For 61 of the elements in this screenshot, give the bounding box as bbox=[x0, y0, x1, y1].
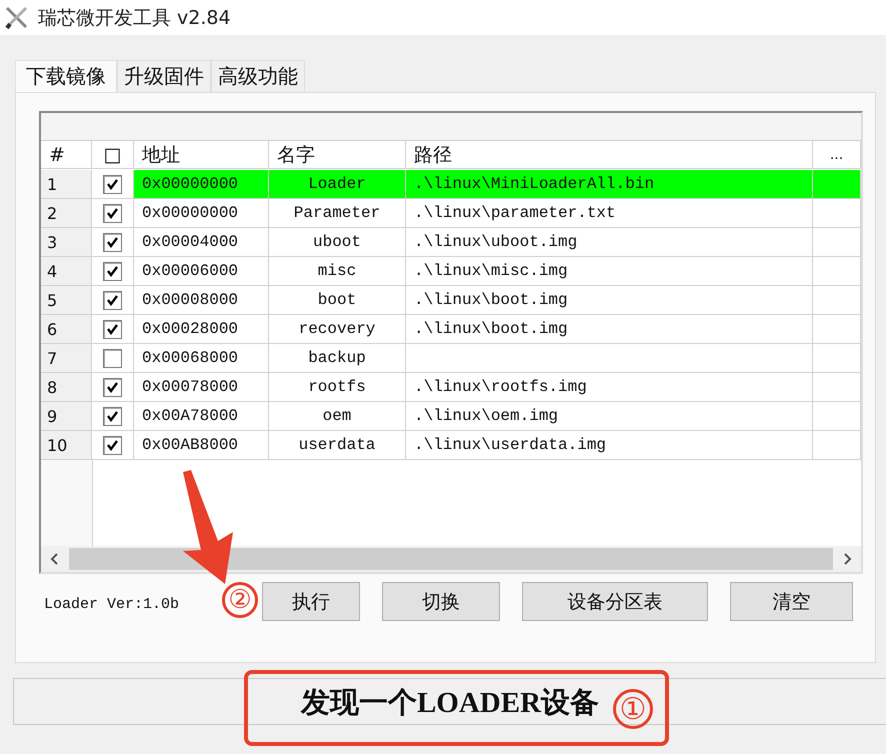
checkmark-icon bbox=[106, 178, 119, 190]
row-number: 9 bbox=[41, 402, 92, 431]
action-button[interactable]: 设备分区表 bbox=[522, 582, 708, 621]
tab[interactable]: 高级功能 bbox=[211, 60, 305, 92]
checkmark-icon bbox=[106, 206, 119, 220]
column-header[interactable]: □ bbox=[92, 141, 134, 169]
step-number-marker: ② bbox=[222, 582, 258, 618]
horizontal-scrollbar[interactable] bbox=[41, 546, 861, 572]
row-number: 8 bbox=[41, 373, 92, 402]
checkbox[interactable] bbox=[103, 290, 122, 310]
row-number: 6 bbox=[41, 315, 92, 344]
checkbox[interactable] bbox=[103, 174, 122, 194]
scroll-right-icon[interactable] bbox=[842, 553, 852, 565]
checkmark-icon bbox=[106, 438, 119, 452]
action-button[interactable]: 执行 bbox=[262, 582, 360, 621]
table-row[interactable]: 2 0x00000000 Parameter .\linux\parameter.txt bbox=[41, 199, 861, 228]
table-row[interactable]: 4 0x00006000 misc .\linux\misc.img bbox=[41, 257, 861, 286]
checkmark-icon bbox=[106, 380, 119, 394]
window-title: 瑞芯微开发工具 v2.84 bbox=[38, 6, 231, 30]
checkbox[interactable] bbox=[103, 348, 122, 368]
table-row[interactable]: 6 0x00028000 recovery .\linux\boot.img bbox=[41, 315, 861, 344]
checkmark-icon bbox=[106, 236, 119, 248]
table-row[interactable]: 3 0x00004000 uboot .\linux\uboot.img bbox=[41, 228, 861, 257]
table-row[interactable]: 1 0x00000000 Loader .\linux\MiniLoaderAll.bin bbox=[41, 170, 861, 199]
row-number: 1 bbox=[41, 170, 92, 199]
checkmark-icon bbox=[106, 410, 119, 422]
checkbox[interactable] bbox=[103, 320, 122, 338]
table-row[interactable]: 8 0x00078000 rootfs .\linux\rootfs.img bbox=[41, 373, 861, 402]
column-header[interactable]: 路径 bbox=[406, 141, 813, 169]
table-row[interactable]: 9 0x00A78000 oem .\linux\oem.img bbox=[41, 402, 861, 431]
table-row[interactable]: 7 0x00068000 backup bbox=[41, 344, 861, 373]
step-number-marker: ① bbox=[613, 689, 653, 729]
status-message: 发现一个LOADER设备 bbox=[300, 686, 600, 721]
action-button[interactable]: 清空 bbox=[730, 582, 853, 621]
row-number: 4 bbox=[41, 257, 92, 286]
checkbox[interactable] bbox=[103, 436, 122, 454]
checkbox[interactable] bbox=[103, 378, 122, 396]
row-number: 7 bbox=[41, 344, 92, 373]
column-header[interactable]: 地址 bbox=[134, 141, 269, 169]
row-number: 5 bbox=[41, 286, 92, 315]
checkmark-icon bbox=[106, 294, 119, 306]
tab[interactable]: 升级固件 bbox=[117, 60, 211, 92]
checkbox[interactable] bbox=[103, 204, 122, 222]
column-header[interactable]: # bbox=[41, 141, 92, 169]
loader-version: Loader Ver:1.0b bbox=[44, 596, 180, 613]
checkmark-icon bbox=[106, 322, 119, 336]
table-row[interactable]: 5 0x00008000 boot .\linux\boot.img bbox=[41, 286, 861, 315]
action-button[interactable]: 切换 bbox=[382, 582, 500, 621]
tab[interactable]: 下载镜像 bbox=[15, 60, 117, 92]
checkmark-icon bbox=[106, 264, 119, 278]
table-row[interactable]: 10 0x00AB8000 userdata .\linux\userdata.img bbox=[41, 431, 861, 460]
row-number: 2 bbox=[41, 199, 92, 228]
checkbox[interactable] bbox=[103, 232, 122, 252]
column-header[interactable]: 名字 bbox=[269, 141, 406, 169]
row-number: 3 bbox=[41, 228, 92, 257]
scroll-left-icon[interactable] bbox=[50, 553, 60, 565]
column-header[interactable]: ... bbox=[813, 141, 861, 169]
checkbox[interactable] bbox=[103, 262, 122, 280]
checkbox[interactable] bbox=[103, 406, 122, 426]
tools-icon bbox=[4, 4, 30, 30]
row-number: 10 bbox=[41, 431, 92, 460]
